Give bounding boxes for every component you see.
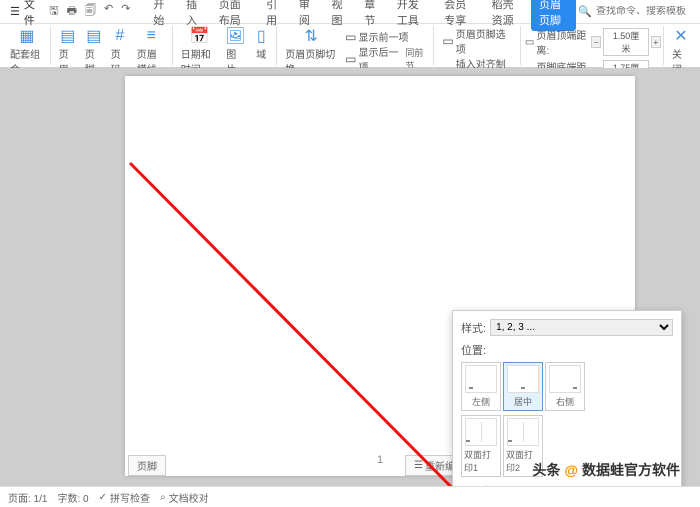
- pos-center[interactable]: 居中: [503, 362, 543, 411]
- doc-proof[interactable]: ⌕文档校对: [160, 490, 209, 505]
- menu-icon: ☰: [10, 5, 20, 18]
- pos-right[interactable]: 右侧: [545, 362, 585, 411]
- position-label: 位置:: [461, 342, 673, 358]
- style-select[interactable]: 1, 2, 3 ...: [490, 319, 673, 336]
- status-bar: 页面: 1/1 字数: 0 ✓拼写检查 ⌕文档校对: [0, 486, 700, 507]
- thumb: [465, 418, 497, 446]
- thumb: [549, 365, 581, 393]
- proof-icon: ⌕: [160, 492, 166, 503]
- next-icon: ▭: [345, 52, 356, 66]
- options-icon: ▭: [442, 34, 453, 48]
- headerline-icon: ≡: [142, 27, 160, 45]
- margin-icon: ▭: [525, 37, 534, 48]
- position-grid: 左侧 居中 右侧: [461, 362, 673, 411]
- preview-icon[interactable]: 🗐: [82, 0, 99, 23]
- work-area: 1 页脚 ☰重新编号▾ ⚙页码设置▾ ✕删除页码▾ 样式: 1, 2, 3 ..…: [0, 68, 700, 486]
- quick-icons: 🖫 🖶 🗐 ↶ ↷: [46, 0, 133, 23]
- spellcheck[interactable]: ✓拼写检查: [99, 490, 150, 505]
- search-input[interactable]: [596, 6, 696, 17]
- footer-tab[interactable]: 页脚: [128, 455, 166, 476]
- footer-icon: ▤: [85, 27, 103, 45]
- thumb: [507, 418, 539, 446]
- pos-left[interactable]: 左侧: [461, 362, 501, 411]
- ribbon: ▦配套组合 ▤页眉 ▤页脚 #页码 ≡页眉横线 📅日期和时间 🖼图片 ▯域 ⇅页…: [0, 24, 700, 68]
- hf-options-button[interactable]: ▭页眉页脚选项: [438, 26, 518, 56]
- header-margin-value[interactable]: 1.50厘米: [603, 28, 648, 56]
- word-count[interactable]: 字数: 0: [57, 490, 88, 505]
- list-icon: ☰: [414, 460, 423, 471]
- page-info[interactable]: 页面: 1/1: [8, 490, 47, 505]
- menu-bar: ☰ 文件 🖫 🖶 🗐 ↶ ↷ 开始 插入 页面布局 引用 审阅 视图 章节 开发…: [0, 0, 700, 24]
- switch-icon: ⇅: [302, 27, 320, 45]
- show-prev-button[interactable]: ▭显示前一项: [341, 29, 431, 44]
- at-icon: @: [564, 462, 578, 478]
- template-icon: ▦: [18, 27, 36, 45]
- thumb: [465, 365, 497, 393]
- search-box[interactable]: 🔍: [578, 5, 696, 18]
- close-icon: ✕: [672, 27, 690, 45]
- header-icon: ▤: [59, 27, 77, 45]
- calendar-icon: 📅: [191, 27, 209, 45]
- thumb: [507, 365, 539, 393]
- watermark: 头条 @ 数据蛙官方软件: [532, 460, 680, 480]
- pos-duplex1[interactable]: 双面打印1: [461, 415, 501, 477]
- print-icon[interactable]: 🖶: [64, 0, 80, 23]
- footer-tabs: 页脚: [128, 455, 166, 476]
- redo-icon[interactable]: ↷: [118, 0, 133, 23]
- inc-button[interactable]: +: [651, 36, 661, 48]
- prev-icon: ▭: [345, 30, 356, 44]
- save-icon[interactable]: 🖫: [46, 0, 61, 23]
- dec-button[interactable]: −: [591, 36, 601, 48]
- pagenum-icon: #: [111, 27, 129, 45]
- check-icon: ✓: [99, 492, 107, 503]
- file-label: 文件: [24, 0, 38, 28]
- page-number: 1: [377, 454, 383, 466]
- picture-icon: 🖼: [226, 27, 244, 45]
- header-margin-row: ▭ 页眉顶端距离: − 1.50厘米 +: [525, 27, 661, 57]
- field-icon: ▯: [252, 27, 270, 45]
- style-label: 样式:: [461, 320, 486, 336]
- undo-icon[interactable]: ↶: [101, 0, 116, 23]
- search-icon: 🔍: [578, 5, 592, 18]
